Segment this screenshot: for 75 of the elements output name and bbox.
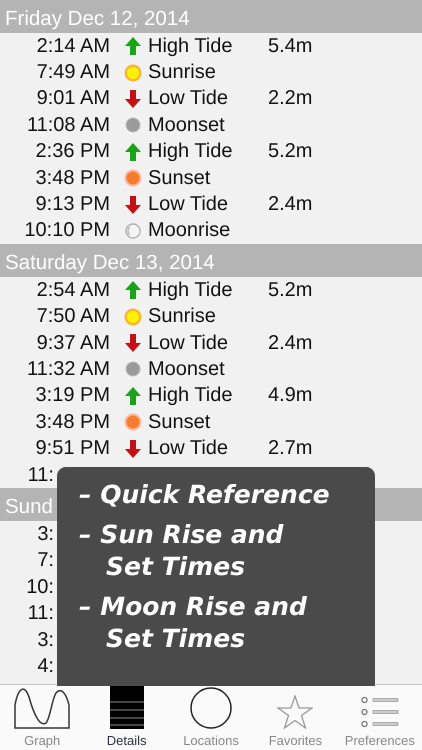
day-header: Friday Dec 12, 2014: [5, 7, 190, 30]
up-arrow-icon: [125, 142, 141, 161]
tab[interactable]: Graph: [0, 685, 84, 750]
event-height: 2.4m: [268, 193, 312, 216]
event-time: 11:: [26, 602, 54, 626]
feature-text: – Moon Rise and Set Times: [79, 591, 307, 655]
moon-icon: [125, 117, 141, 134]
star-icon: [277, 695, 314, 729]
event-label: Sunset: [148, 166, 212, 190]
event-label: Sunrise: [148, 305, 217, 328]
event-time: 11:32 AM: [26, 358, 110, 381]
event-time: 9:37 AM: [36, 332, 110, 355]
down-arrow-icon: [125, 440, 141, 458]
moon-icon: [125, 361, 141, 378]
event-height: 2.7m: [268, 437, 312, 460]
event-time: 9:13 PM: [34, 193, 110, 216]
sun-icon: [124, 169, 142, 188]
sun-icon: [124, 64, 142, 82]
event-label: Moonset: [148, 114, 226, 137]
day-header: Sund: [5, 495, 53, 518]
event-time: 9:51 PM: [34, 437, 110, 460]
event-time: 7:49 AM: [36, 61, 110, 84]
up-arrow-icon: [125, 386, 141, 405]
event-time: 3:48 PM: [34, 166, 110, 190]
tab[interactable]: Details: [84, 685, 169, 750]
up-arrow-icon: [125, 281, 141, 300]
event-height: 5.4m: [268, 34, 312, 58]
tab[interactable]: Favorites: [253, 685, 338, 750]
event-label: Low Tide: [148, 193, 230, 216]
event-label: High Tide: [148, 140, 234, 164]
event-time: 3:48 PM: [34, 410, 110, 434]
down-arrow-icon: [125, 334, 141, 352]
event-time: 7:50 AM: [36, 305, 110, 328]
up-arrow-icon: [125, 37, 141, 56]
event-time: 11:: [26, 464, 54, 487]
event-time: 3:19 PM: [34, 384, 110, 408]
feature-text: – Quick Reference: [79, 479, 330, 511]
event-time: 10:10 PM: [23, 219, 110, 242]
event-time: 10:: [25, 576, 54, 599]
event-label: Moonrise: [148, 219, 232, 242]
event-label: High Tide: [148, 384, 234, 408]
sun-icon: [124, 413, 142, 432]
event-time: 4:: [36, 654, 54, 678]
tab[interactable]: Preferences: [338, 685, 422, 750]
event-label: Moonset: [148, 358, 226, 381]
event-label: Low Tide: [148, 332, 230, 355]
event-label: High Tide: [148, 278, 234, 302]
event-label: Low Tide: [148, 87, 230, 110]
event-time: 11:08 AM: [26, 114, 110, 137]
grid-icon: [110, 685, 144, 729]
event-label: Low Tide: [148, 437, 230, 460]
event-height: 5.2m: [268, 140, 312, 164]
sun-icon: [124, 308, 142, 326]
feature-text: – Sun Rise and Set Times: [79, 519, 284, 583]
tab[interactable]: Locations: [168, 685, 254, 750]
event-time: 2:14 AM: [36, 34, 110, 58]
event-time: 3:: [36, 628, 54, 652]
day-header: Saturday Dec 13, 2014: [5, 251, 215, 274]
event-time: 7:: [36, 549, 54, 572]
event-height: 2.2m: [268, 87, 312, 110]
moon-icon: [125, 222, 141, 239]
list-icon: [360, 695, 399, 729]
event-height: 5.2m: [268, 278, 312, 302]
event-label: High Tide: [148, 34, 234, 58]
event-label: Sunset: [148, 410, 212, 434]
event-time: 9:01 AM: [36, 87, 110, 110]
event-time: 3:: [36, 522, 54, 546]
event-time: 2:54 AM: [36, 278, 110, 302]
event-height: 4.9m: [268, 384, 312, 408]
circle-icon: [190, 687, 232, 729]
event-label: Sunrise: [148, 61, 217, 84]
down-arrow-icon: [125, 90, 141, 108]
event-time: 2:36 PM: [34, 140, 110, 164]
down-arrow-icon: [125, 196, 141, 214]
event-height: 2.4m: [268, 332, 312, 355]
